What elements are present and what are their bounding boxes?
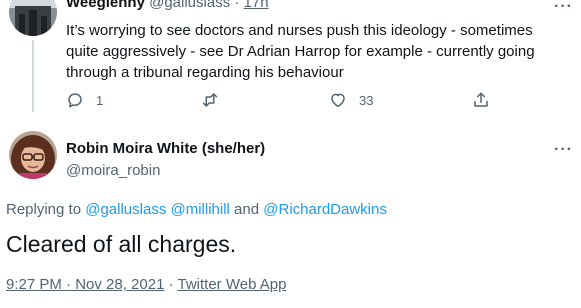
like-count: 33 [359, 92, 374, 108]
main-handle[interactable]: @moira_robin [66, 162, 160, 179]
main-more-icon[interactable]: ··· [554, 142, 573, 158]
parent-time[interactable]: 17h [244, 0, 269, 11]
mention-link[interactable]: @galluslass [85, 201, 166, 218]
tweet-timestamp: 9:27 PM · Nov 28, 2021 · Twitter Web App [6, 276, 286, 293]
parent-handle[interactable]: @galluslass [149, 0, 230, 11]
reply-button[interactable]: 1 [66, 91, 103, 109]
parent-separator: · [230, 0, 244, 11]
main-display-name[interactable]: Robin Moira White (she/her) [66, 140, 265, 157]
reply-count: 1 [96, 92, 104, 108]
parent-tweet-text: It’s worrying to see doctors and nurses … [66, 22, 535, 81]
main-avatar[interactable] [9, 131, 57, 179]
replying-prefix: Replying to [6, 201, 86, 218]
main-tweet-text: Cleared of all charges. [6, 231, 237, 257]
timestamp-separator: · [164, 276, 178, 293]
reply-icon [68, 93, 82, 108]
parent-avatar[interactable] [9, 0, 57, 36]
tweet-time-link[interactable]: 9:27 PM · Nov 28, 2021 [6, 276, 164, 293]
replying-to: Replying to @galluslass @millihill and @… [6, 201, 387, 218]
parent-header: Weeglenny @galluslass · 17h [66, 0, 269, 11]
share-button[interactable] [472, 91, 490, 109]
mention-link[interactable]: @millihill [170, 201, 229, 218]
tweet-source-link[interactable]: Twitter Web App [178, 276, 287, 293]
like-icon [331, 93, 345, 108]
retweet-button[interactable] [201, 91, 219, 109]
and-word: and [229, 201, 264, 218]
parent-display-name[interactable]: Weeglenny [66, 0, 145, 11]
share-icon [474, 92, 488, 107]
retweet-icon [202, 93, 218, 107]
parent-more-icon[interactable]: ··· [554, 0, 573, 15]
like-button[interactable]: 33 [329, 91, 373, 109]
mention-link[interactable]: @RichardDawkins [263, 201, 387, 218]
thread-line [32, 40, 34, 112]
